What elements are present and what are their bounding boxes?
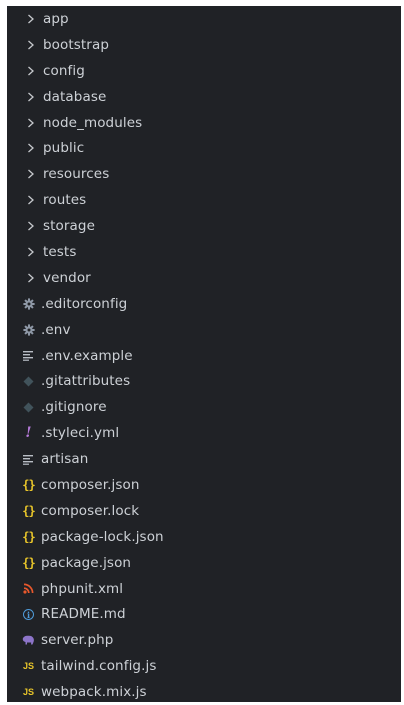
folder-item[interactable]: node_modules — [7, 110, 401, 136]
folder-item[interactable]: app — [7, 6, 401, 32]
git-diamond-icon — [22, 399, 35, 415]
folder-label: vendor — [43, 269, 91, 286]
file-item[interactable]: .env.example — [7, 343, 401, 369]
folder-item[interactable]: public — [7, 135, 401, 161]
folder-label: resources — [43, 166, 110, 183]
folder-label: public — [43, 140, 85, 157]
chevron-right-icon — [24, 63, 37, 79]
folder-label: routes — [43, 192, 87, 209]
file-label: composer.lock — [41, 502, 140, 519]
info-icon: i — [22, 606, 35, 622]
chevron-right-icon — [24, 140, 37, 156]
file-label: .gitignore — [41, 399, 107, 416]
chevron-right-icon — [24, 89, 37, 105]
file-item[interactable]: {} package.json — [7, 550, 401, 576]
json-braces-icon: {} — [22, 477, 35, 492]
folder-item[interactable]: vendor — [7, 265, 401, 291]
file-label: server.php — [41, 632, 114, 649]
file-item[interactable]: {} package-lock.json — [7, 524, 401, 550]
file-explorer: app bootstrap config database node_modulespu… — [7, 6, 401, 702]
file-item[interactable]: .gitattributes — [7, 368, 401, 394]
file-item[interactable]: artisan — [7, 446, 401, 472]
file-item[interactable]: {} composer.json — [7, 472, 401, 498]
json-braces-icon: {} — [22, 529, 35, 544]
file-label: phpunit.xml — [41, 580, 124, 597]
yaml-exclamation-icon: ! — [25, 425, 32, 442]
chevron-right-icon — [24, 115, 37, 131]
file-item[interactable]: ! .styleci.yml — [7, 420, 401, 446]
file-label: webpack.mix.js — [41, 684, 147, 701]
file-item[interactable]: .env — [7, 317, 401, 343]
php-elephant-icon — [22, 632, 35, 648]
folder-label: app — [43, 10, 69, 27]
chevron-right-icon — [24, 192, 37, 208]
js-icon: JS — [22, 661, 34, 672]
file-label: composer.json — [41, 476, 140, 493]
folder-item[interactable]: tests — [7, 239, 401, 265]
folder-item[interactable]: storage — [7, 213, 401, 239]
chevron-right-icon — [24, 166, 37, 182]
file-label: .env — [41, 321, 71, 338]
file-item[interactable]: .gitignore — [7, 394, 401, 420]
chevron-right-icon — [24, 270, 37, 286]
folder-item[interactable]: routes — [7, 187, 401, 213]
rss-xml-icon — [22, 581, 35, 597]
file-label: .editorconfig — [41, 295, 128, 312]
json-braces-icon: {} — [22, 555, 35, 570]
text-lines-icon — [22, 451, 35, 467]
file-item[interactable]: {} composer.lock — [7, 498, 401, 524]
file-label: .gitattributes — [41, 373, 131, 390]
file-item[interactable]: JS webpack.mix.js — [7, 679, 401, 705]
file-item[interactable]: .editorconfig — [7, 291, 401, 317]
gear-icon — [22, 296, 35, 312]
file-label: artisan — [41, 451, 89, 468]
folder-label: database — [43, 88, 107, 105]
file-item[interactable]: i README.md — [7, 601, 401, 627]
chevron-right-icon — [24, 37, 37, 53]
json-braces-icon: {} — [22, 503, 35, 518]
folder-item[interactable]: config — [7, 58, 401, 84]
js-icon: JS — [22, 687, 34, 698]
chevron-right-icon — [24, 11, 37, 27]
file-item[interactable]: phpunit.xml — [7, 576, 401, 602]
file-item[interactable]: JS tailwind.config.js — [7, 653, 401, 679]
file-label: .styleci.yml — [41, 425, 120, 442]
gear-icon — [22, 322, 35, 338]
file-label: package-lock.json — [41, 528, 164, 545]
folder-label: node_modules — [43, 114, 143, 131]
file-label: README.md — [41, 606, 126, 623]
git-diamond-icon — [22, 373, 35, 389]
file-item[interactable]: server.php — [7, 627, 401, 653]
file-label: package.json — [41, 554, 132, 571]
chevron-right-icon — [24, 244, 37, 260]
file-tree: app bootstrap config database node_modulespu… — [7, 6, 401, 705]
chevron-right-icon — [24, 218, 37, 234]
folder-label: bootstrap — [43, 36, 110, 53]
folder-label: storage — [43, 218, 95, 235]
folder-item[interactable]: resources — [7, 161, 401, 187]
text-lines-icon — [22, 348, 35, 364]
file-label: tailwind.config.js — [41, 658, 157, 675]
folder-label: tests — [43, 243, 77, 260]
folder-label: config — [43, 62, 85, 79]
folder-item[interactable]: database — [7, 84, 401, 110]
folder-item[interactable]: bootstrap — [7, 32, 401, 58]
file-label: .env.example — [41, 347, 133, 364]
